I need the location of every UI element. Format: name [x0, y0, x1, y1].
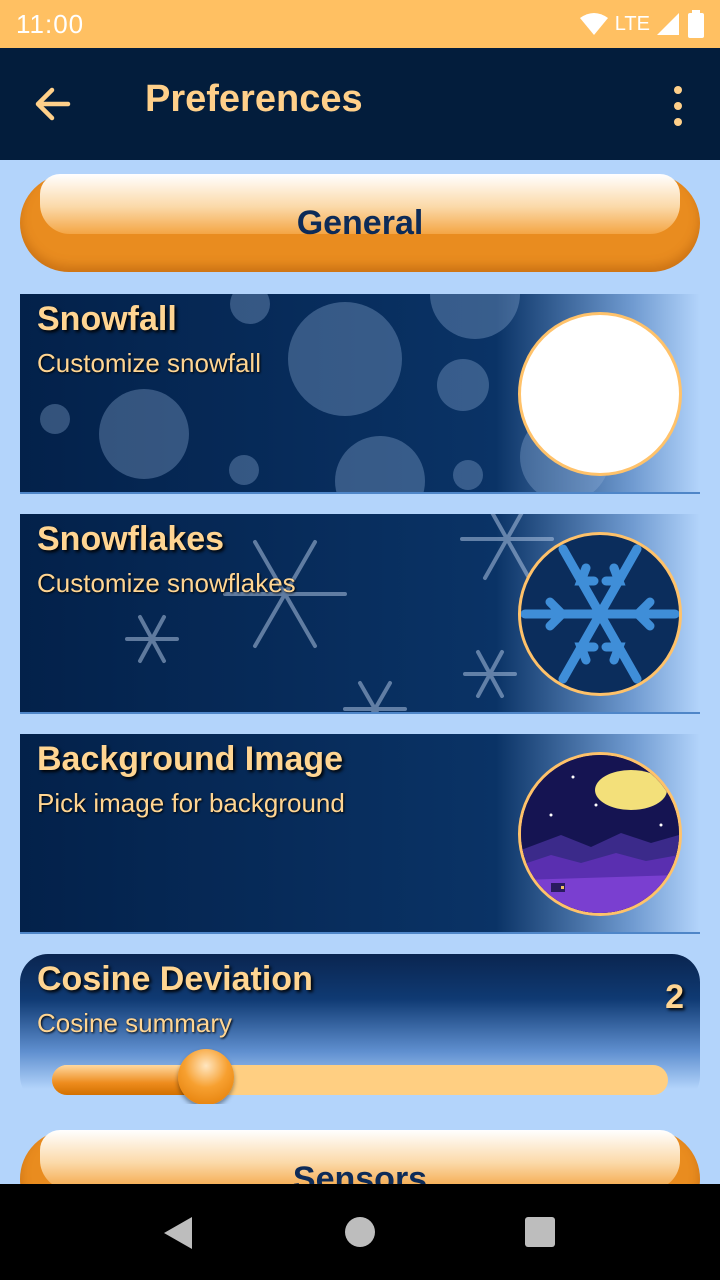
- slider-knob[interactable]: [178, 1049, 234, 1104]
- snowfall-color-preview: [518, 312, 682, 476]
- nav-back-icon[interactable]: [163, 1216, 193, 1250]
- nav-recents-icon[interactable]: [525, 1217, 555, 1247]
- pref-snowfall-summary: Customize snowfall: [37, 348, 261, 378]
- network-type: LTE: [614, 12, 650, 35]
- status-icons: LTE: [579, 10, 706, 38]
- battery-icon: [688, 10, 704, 38]
- pref-background-image[interactable]: Background Image Pick image for backgrou…: [20, 734, 700, 934]
- more-options-icon[interactable]: [666, 86, 690, 126]
- pref-snowflakes[interactable]: Snowflakes Customize snowflakes: [20, 514, 700, 714]
- status-time: 11:00: [16, 9, 85, 39]
- snowflake-icon: [521, 544, 679, 684]
- wifi-icon: [579, 13, 608, 35]
- pref-background-summary: Pick image for background: [37, 788, 345, 818]
- background-image-preview: [518, 752, 682, 916]
- status-bar: 11:00 LTE: [0, 0, 720, 48]
- signal-icon: [657, 13, 679, 35]
- cosine-summary: Cosine summary: [37, 1008, 233, 1038]
- cosine-value: 2: [665, 978, 684, 1016]
- page-title: Preferences: [145, 78, 363, 120]
- section-sensors-label: Sensors: [292, 1160, 428, 1184]
- navigation-bar: [0, 1184, 720, 1280]
- back-arrow-icon[interactable]: [30, 82, 80, 126]
- pref-snowfall[interactable]: Snowfall Customize snowfall: [20, 294, 700, 494]
- app-bar: Preferences: [0, 48, 720, 160]
- snowflake-preview: [518, 532, 682, 696]
- cosine-slider[interactable]: [52, 1049, 668, 1104]
- night-landscape-icon: [521, 755, 679, 913]
- pref-snowfall-title: Snowfall: [37, 300, 177, 338]
- cosine-title: Cosine Deviation: [37, 960, 313, 998]
- pref-snowflakes-summary: Customize snowflakes: [37, 568, 296, 598]
- section-general-label: General: [296, 204, 424, 242]
- pref-snowflakes-title: Snowflakes: [37, 520, 225, 558]
- pref-background-title: Background Image: [37, 740, 344, 778]
- pref-cosine-deviation: Cosine Deviation Cosine summary 2: [20, 954, 700, 1104]
- preferences-list[interactable]: General Snowfall Customize snowfall Snow…: [0, 160, 720, 1184]
- section-sensors-button[interactable]: Sensors: [20, 1130, 700, 1184]
- nav-home-icon[interactable]: [345, 1217, 375, 1247]
- section-general-button[interactable]: General: [20, 174, 700, 272]
